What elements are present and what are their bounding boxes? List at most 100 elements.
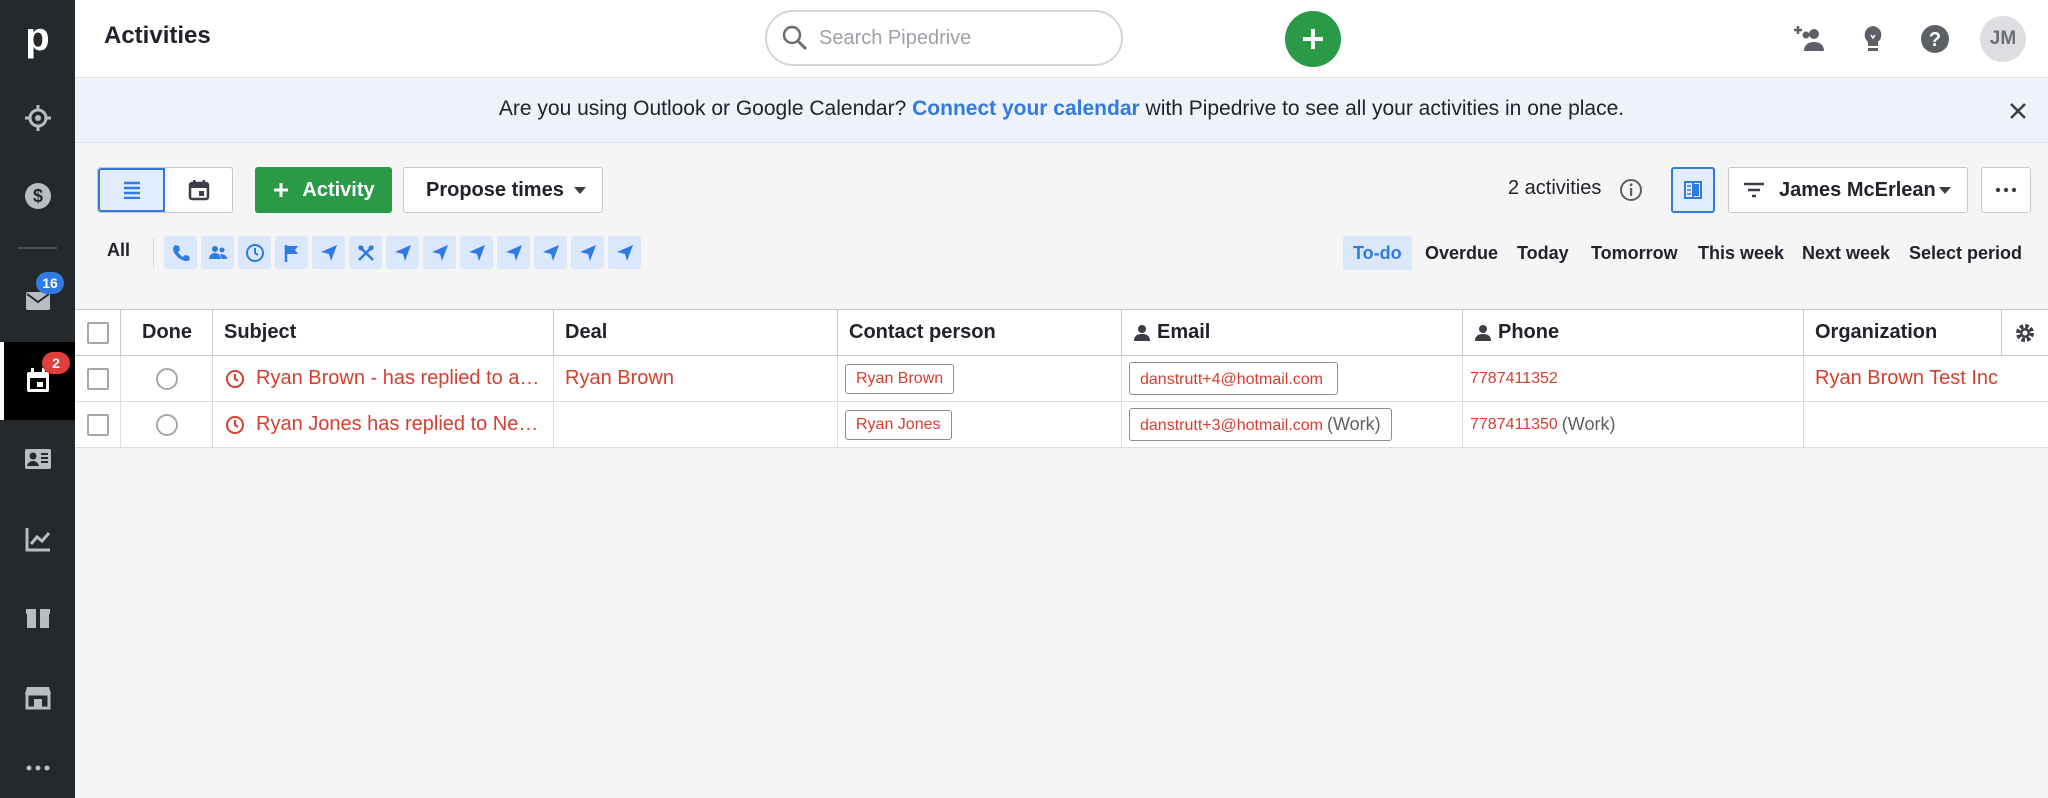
period-todo[interactable]: To-do — [1343, 236, 1412, 270]
type-filter-task[interactable] — [238, 236, 271, 269]
select-all-checkbox[interactable] — [87, 321, 109, 344]
banner-text-after: with Pipedrive to see all your activitie… — [1139, 97, 1625, 120]
sidebar-item-contacts[interactable] — [0, 420, 75, 498]
dollar-icon: $ — [24, 183, 51, 209]
type-filter-email-3[interactable] — [423, 236, 456, 269]
quick-add-button[interactable] — [1285, 11, 1341, 67]
organization-link[interactable]: Ryan Brown Test Inc — [1815, 367, 1998, 390]
deal-link[interactable]: Ryan Brown — [565, 367, 674, 390]
sidebar-item-marketplace[interactable] — [0, 658, 75, 736]
add-user-icon — [1794, 26, 1824, 51]
type-filter-email-7[interactable] — [571, 236, 604, 269]
column-settings-cell[interactable] — [2002, 310, 2048, 355]
period-tomorrow[interactable]: Tomorrow — [1581, 236, 1688, 270]
sidebar-divider — [18, 247, 57, 249]
type-filter-lunch[interactable] — [349, 236, 382, 269]
type-filter-email-4[interactable] — [460, 236, 493, 269]
contact-tag[interactable]: Ryan Jones — [845, 409, 952, 440]
phone-link[interactable]: 7787411350 — [1470, 416, 1558, 434]
period-overdue[interactable]: Overdue — [1415, 236, 1508, 270]
more-dots-icon — [1995, 187, 2017, 193]
email-label: (Work) — [1327, 414, 1381, 434]
contact-tag[interactable]: Ryan Brown — [845, 363, 955, 394]
search-box[interactable] — [765, 10, 1123, 66]
sidebar-item-mail[interactable] — [0, 262, 75, 340]
tips-button[interactable] — [1853, 19, 1893, 59]
store-icon — [24, 687, 51, 710]
period-next-week[interactable]: Next week — [1792, 236, 1900, 270]
row-checkbox[interactable] — [87, 367, 109, 390]
chevron-down-icon — [1939, 187, 1951, 194]
table-row[interactable]: Ryan Brown - has replied to a… Ryan Brow… — [75, 356, 2048, 402]
subject-link[interactable]: Ryan Jones has replied to Ne… — [256, 413, 546, 436]
gear-icon — [2016, 323, 2034, 342]
sidebar-item-leads[interactable] — [0, 79, 75, 157]
type-filter-email-5[interactable] — [497, 236, 530, 269]
column-header-phone[interactable]: Phone — [1463, 310, 1804, 355]
column-header-phone-label: Phone — [1498, 321, 1560, 343]
phone-icon — [172, 244, 190, 261]
list-view-button[interactable] — [98, 168, 166, 212]
filter-icon — [1744, 182, 1764, 198]
column-header-email[interactable]: Email — [1122, 310, 1463, 355]
mark-done-radio[interactable] — [156, 367, 178, 390]
column-header-done[interactable]: Done — [121, 310, 213, 355]
banner-message: Are you using Outlook or Google Calendar… — [75, 97, 2048, 121]
send-icon — [616, 244, 633, 261]
column-header-subject[interactable]: Subject — [213, 310, 554, 355]
svg-text:$: $ — [32, 186, 42, 206]
banner-close-button[interactable] — [2004, 97, 2032, 125]
type-filter-email-6[interactable] — [534, 236, 567, 269]
search-input[interactable] — [819, 26, 1109, 50]
column-header-contact[interactable]: Contact person — [838, 310, 1122, 355]
sidebar-item-more[interactable] — [0, 738, 75, 798]
plus-icon — [274, 183, 289, 197]
type-filter-meeting[interactable] — [201, 236, 234, 269]
connect-calendar-link[interactable]: Connect your calendar — [912, 97, 1140, 120]
table-row[interactable]: Ryan Jones has replied to Ne… Ryan Jones… — [75, 402, 2048, 448]
row-checkbox[interactable] — [87, 413, 109, 436]
phone-link[interactable]: 7787411352 — [1470, 370, 1558, 388]
calendar-view-button[interactable] — [165, 168, 232, 212]
type-filter-email-8[interactable] — [608, 236, 641, 269]
invite-users-button[interactable] — [1790, 19, 1830, 59]
more-actions-button[interactable] — [1981, 167, 2031, 213]
subject-link[interactable]: Ryan Brown - has replied to a… — [256, 367, 546, 390]
deal-cell: Ryan Brown — [554, 356, 838, 401]
type-filter-email-2[interactable] — [386, 236, 419, 269]
column-header-deal[interactable]: Deal — [554, 310, 838, 355]
box-icon — [25, 609, 50, 628]
sidebar-item-insights[interactable] — [0, 500, 75, 578]
chevron-down-icon — [574, 187, 586, 194]
add-activity-button[interactable]: Activity — [255, 167, 392, 213]
period-today[interactable]: Today — [1507, 236, 1579, 270]
info-icon[interactable] — [1618, 177, 1644, 203]
send-icon — [542, 244, 559, 261]
help-button[interactable]: ? — [1915, 19, 1955, 59]
period-this-week[interactable]: This week — [1688, 236, 1794, 270]
mark-done-radio[interactable] — [156, 413, 178, 436]
chart-icon — [25, 528, 50, 552]
deal-cell — [554, 402, 838, 447]
user-avatar[interactable]: JM — [1980, 16, 2026, 62]
type-filter-deadline[interactable] — [275, 236, 308, 269]
period-select[interactable]: Select period — [1899, 236, 2032, 270]
type-filter-all[interactable]: All — [107, 240, 130, 261]
banner-text-before: Are you using Outlook or Google Calendar… — [498, 97, 913, 120]
propose-times-button[interactable]: Propose times — [403, 167, 603, 213]
close-icon — [2010, 103, 2026, 119]
person-icon — [1475, 324, 1491, 341]
activities-badge: 2 — [42, 352, 70, 374]
email-tag[interactable]: danstrutt+3@hotmail.com (Work) — [1129, 408, 1392, 441]
contacts-icon — [24, 449, 51, 469]
type-filter-email[interactable] — [312, 236, 345, 269]
owner-filter-button[interactable]: James McErlean — [1728, 167, 1968, 213]
search-icon — [782, 25, 808, 51]
split-view-button[interactable] — [1671, 167, 1715, 213]
email-tag[interactable]: danstrutt+4@hotmail.com — [1129, 362, 1338, 395]
column-header-organization[interactable]: Organization — [1804, 310, 2002, 355]
sidebar-item-deals[interactable]: $ — [0, 157, 75, 235]
type-filter-call[interactable] — [164, 236, 197, 269]
pipedrive-logo[interactable]: p — [0, 0, 75, 75]
sidebar-item-products[interactable] — [0, 578, 75, 656]
